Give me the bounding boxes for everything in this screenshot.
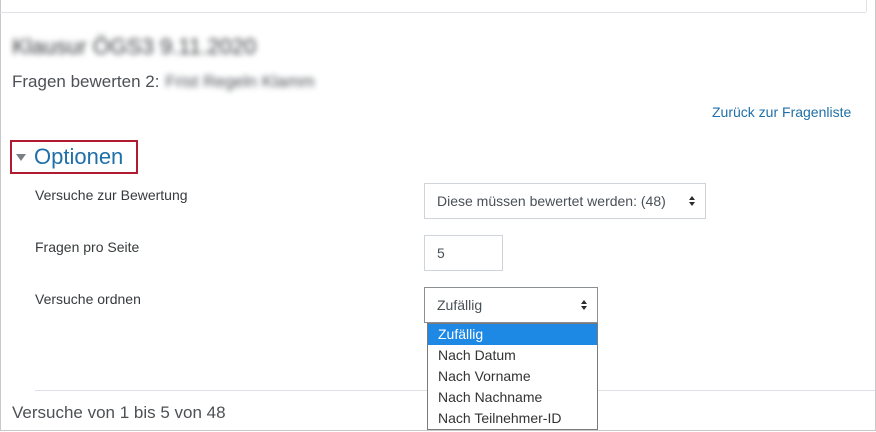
header-divider	[0, 12, 866, 13]
header-divider-right	[866, 0, 867, 12]
collapse-triangle-icon	[16, 154, 26, 161]
order-attempts-dropdown-list[interactable]: Zufällig Nach Datum Nach Vorname Nach Na…	[427, 323, 598, 430]
quiz-title: Klausur ÖGS3 9.11.2020	[12, 34, 257, 59]
order-option-date[interactable]: Nach Datum	[428, 345, 597, 366]
options-heading: Optionen	[34, 144, 124, 169]
select-arrows-icon	[689, 196, 695, 206]
order-option-participant-id[interactable]: Nach Teilnehmer-ID	[428, 408, 597, 429]
order-attempts-label: Versuche ordnen	[35, 291, 141, 307]
order-attempts-select[interactable]: Zufällig	[424, 287, 598, 323]
grading-question-name: Frist Regeln Klamm	[165, 72, 315, 91]
order-option-random[interactable]: Zufällig	[428, 324, 597, 345]
back-to-question-list-link[interactable]: Zurück zur Fragenliste	[712, 104, 851, 120]
attempts-to-grade-value: Diese müssen bewertet werden: (48)	[437, 193, 666, 209]
attempts-to-grade-select[interactable]: Diese müssen bewertet werden: (48)	[424, 183, 706, 219]
order-option-firstname[interactable]: Nach Vorname	[428, 366, 597, 387]
grading-heading: Fragen bewerten 2: Frist Regeln Klamm	[12, 72, 315, 92]
grading-heading-prefix: Fragen bewerten 2:	[12, 72, 160, 91]
order-attempts-value: Zufällig	[437, 297, 483, 313]
questions-per-page-label: Fragen pro Seite	[35, 239, 140, 255]
order-option-lastname[interactable]: Nach Nachname	[428, 387, 597, 408]
questions-per-page-input[interactable]	[424, 235, 503, 271]
attempts-to-grade-label: Versuche zur Bewertung	[35, 187, 188, 203]
select-arrows-icon	[581, 300, 587, 310]
attempts-summary: Versuche von 1 bis 5 von 48	[12, 403, 226, 422]
options-section-toggle[interactable]: Optionen	[10, 140, 138, 174]
